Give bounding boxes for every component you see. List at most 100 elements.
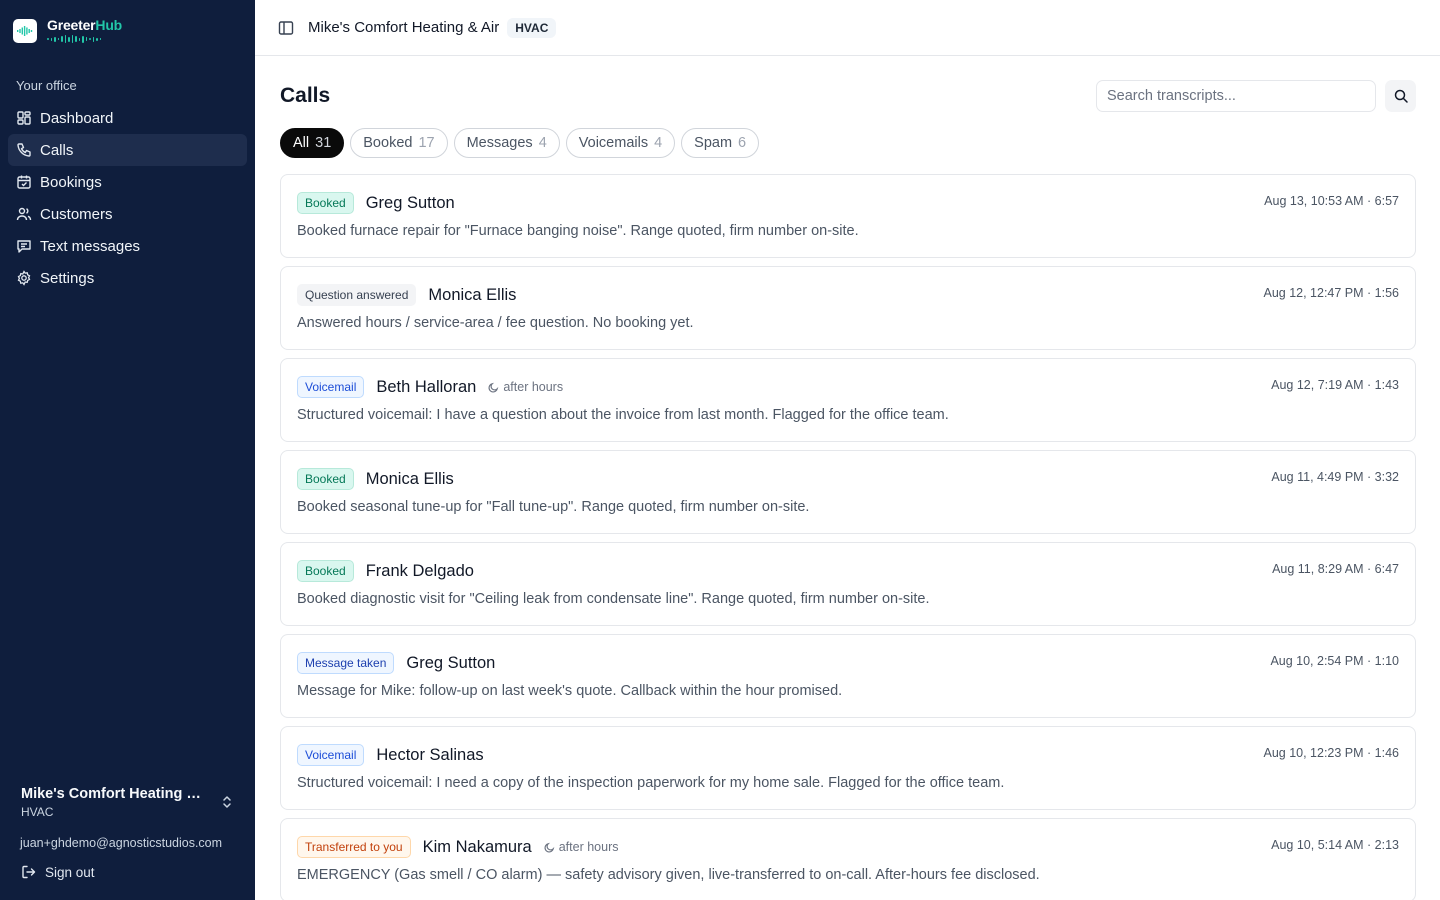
caller-name: Kim Nakamura — [422, 837, 532, 856]
sidebar-item-customers[interactable]: Customers — [8, 198, 247, 230]
call-status-badge: Booked — [297, 468, 354, 490]
org-name: Mike's Comfort Heating & ... — [21, 786, 211, 802]
caller-name: Greg Sutton — [406, 653, 496, 672]
after-hours-indicator: after hours — [488, 380, 563, 394]
org-switcher[interactable]: Mike's Comfort Heating & ... HVAC — [21, 786, 241, 819]
sidebar-item-calls[interactable]: Calls — [8, 134, 247, 166]
calls-list: Booked Greg Sutton Aug 13, 10:53 AM · 6:… — [280, 174, 1416, 900]
sidebar-nav: Dashboard Calls Bookings Customers Text … — [8, 102, 247, 294]
call-summary: Booked diagnostic visit for "Ceiling lea… — [297, 591, 930, 607]
users-icon — [16, 206, 32, 222]
brand-name: GreeterHub — [47, 17, 123, 33]
filter-count: 4 — [654, 135, 663, 151]
company-name: Mike's Comfort Heating & Air — [308, 19, 500, 36]
call-status-badge: Question answered — [297, 284, 417, 306]
filter-label: Booked — [363, 135, 413, 151]
brand-logo[interactable]: GreeterHub — [13, 18, 122, 43]
caller-name: Greg Sutton — [365, 193, 455, 212]
call-meta: Aug 11, 8:29 AM · 6:47 — [1272, 562, 1399, 576]
filter-label: Voicemails — [578, 135, 649, 151]
call-meta: Aug 12, 12:47 PM · 1:56 — [1263, 286, 1399, 300]
filter-chip-messages[interactable]: Messages 4 — [453, 128, 560, 158]
sidebar-item-settings[interactable]: Settings — [8, 262, 247, 294]
call-status-badge: Booked — [297, 560, 354, 582]
filter-label: Messages — [466, 135, 533, 151]
call-status-badge: Booked — [297, 192, 354, 214]
moon-icon — [488, 382, 499, 392]
sidebar-item-bookings[interactable]: Bookings — [8, 166, 247, 198]
sidebar-item-label: Dashboard — [40, 109, 114, 127]
sidebar: GreeterHub Your office Dashboard Calls B… — [0, 0, 255, 900]
trade-badge: HVAC — [507, 17, 557, 38]
sidebar-item-label: Bookings — [40, 173, 102, 191]
call-meta: Aug 10, 5:14 AM · 2:13 — [1271, 838, 1399, 852]
after-hours-indicator: after hours — [544, 840, 619, 854]
page-title: Calls — [280, 84, 331, 107]
phone-icon — [16, 142, 32, 158]
sidebar-item-label: Settings — [40, 269, 95, 287]
user-email: juan+ghdemo@agnosticstudios.com — [20, 836, 223, 850]
after-hours-label: after hours — [558, 840, 619, 854]
filter-chip-spam[interactable]: Spam 6 — [681, 128, 760, 158]
filter-count: 4 — [538, 135, 547, 151]
gear-icon — [16, 270, 32, 286]
filter-count: 6 — [738, 135, 747, 151]
call-status-badge: Voicemail — [297, 376, 365, 398]
call-card[interactable]: Voicemail Beth Halloran after hours Aug … — [280, 358, 1416, 442]
filter-chip-all[interactable]: All 31 — [280, 128, 345, 158]
filter-tabs: All 31 Booked 17 Messages 4 Voicemails 4 Spa… — [280, 128, 760, 158]
call-summary: Answered hours / service-area / fee ques… — [297, 315, 694, 331]
call-summary: EMERGENCY (Gas smell / CO alarm) — safet… — [297, 867, 1040, 883]
call-meta: Aug 13, 10:53 AM · 6:57 — [1264, 194, 1399, 208]
caller-name: Monica Ellis — [428, 285, 517, 304]
filter-label: All — [293, 135, 310, 151]
call-meta: Aug 10, 2:54 PM · 1:10 — [1270, 654, 1399, 668]
call-status-badge: Transferred to you — [297, 836, 411, 858]
call-card[interactable]: Booked Greg Sutton Aug 13, 10:53 AM · 6:… — [280, 174, 1416, 258]
call-meta: Aug 10, 12:23 PM · 1:46 — [1263, 746, 1399, 760]
sidebar-item-label: Calls — [40, 141, 74, 159]
sign-out-label: Sign out — [45, 864, 95, 880]
sidebar-item-text-messages[interactable]: Text messages — [8, 230, 247, 262]
calendar-icon — [16, 174, 32, 190]
search-input[interactable] — [1096, 80, 1376, 112]
sound-wave-icon — [47, 35, 122, 43]
filter-count: 31 — [315, 135, 332, 151]
caller-name: Frank Delgado — [365, 561, 474, 580]
sidebar-item-dashboard[interactable]: Dashboard — [8, 102, 247, 134]
sidebar-toggle-icon[interactable] — [278, 20, 294, 36]
logo-mark-icon — [13, 18, 37, 43]
search-button[interactable] — [1385, 80, 1416, 112]
dashboard-icon — [16, 110, 32, 126]
call-card[interactable]: Voicemail Hector Salinas Aug 10, 12:23 P… — [280, 726, 1416, 810]
chevron-up-down-icon — [221, 794, 233, 815]
call-summary: Booked furnace repair for "Furnace bangi… — [297, 223, 859, 239]
caller-name: Monica Ellis — [365, 469, 454, 488]
top-bar: Mike's Comfort Heating & Air HVAC — [255, 0, 1440, 56]
call-card[interactable]: Booked Frank Delgado Aug 11, 8:29 AM · 6… — [280, 542, 1416, 626]
call-status-badge: Voicemail — [297, 744, 365, 766]
call-card[interactable]: Transferred to you Kim Nakamura after ho… — [280, 818, 1416, 900]
call-summary: Structured voicemail: I have a question … — [297, 407, 949, 423]
filter-label: Spam — [694, 135, 733, 151]
sign-out-icon — [22, 865, 36, 879]
filter-chip-voicemails[interactable]: Voicemails 4 — [565, 128, 676, 158]
call-summary: Message for Mike: follow-up on last week… — [297, 683, 843, 699]
call-meta: Aug 11, 4:49 PM · 3:32 — [1271, 470, 1399, 484]
sign-out-button[interactable]: Sign out — [21, 864, 95, 880]
call-card[interactable]: Booked Monica Ellis Aug 11, 4:49 PM · 3:… — [280, 450, 1416, 534]
caller-name: Beth Halloran — [376, 377, 477, 396]
call-card[interactable]: Message taken Greg Sutton Aug 10, 2:54 P… — [280, 634, 1416, 718]
filter-count: 17 — [418, 135, 435, 151]
sidebar-item-label: Customers — [40, 205, 113, 223]
filter-chip-booked[interactable]: Booked 17 — [350, 128, 448, 158]
call-card[interactable]: Question answered Monica Ellis Aug 12, 1… — [280, 266, 1416, 350]
search-icon — [1394, 89, 1408, 103]
after-hours-label: after hours — [503, 380, 564, 394]
caller-name: Hector Salinas — [376, 745, 484, 764]
call-status-badge: Message taken — [297, 652, 395, 674]
moon-icon — [544, 842, 555, 852]
call-meta: Aug 12, 7:19 AM · 1:43 — [1271, 378, 1399, 392]
section-label: Your office — [16, 78, 77, 93]
call-summary: Structured voicemail: I need a copy of t… — [297, 775, 1005, 791]
